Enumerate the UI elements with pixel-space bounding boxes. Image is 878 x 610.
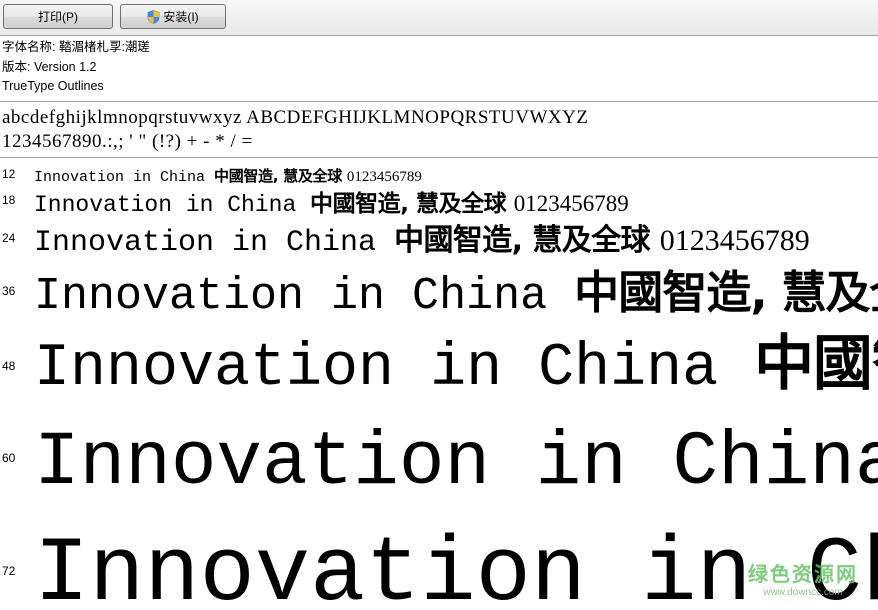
sample-text: Innovation in China 中國智造, 慧及全球 012345678… [34,215,810,260]
sample-cjk: 中國智造, 慧及全球 [574,266,878,319]
size-label: 24 [2,231,16,245]
sample-digits: 0123456789 [513,191,629,216]
sample-area: 12 Innovation in China 中國智造, 慧及全球 012345… [0,159,878,610]
version-line: 版本: Version 1.2 [2,59,97,74]
character-set: abcdefghijklmnopqrstuvwxyz ABCDEFGHIJKLM… [2,106,588,154]
divider-charset [0,157,878,158]
sample-row-60: 60 Innovation in China 中國智造, 慧及全球 012345… [0,395,878,506]
sample-digits: 0123456789 [659,224,810,257]
size-label: 72 [2,564,16,578]
sample-row-72: 72 Innovation in China 中國智造, 慧及全球 012345… [0,493,878,610]
sample-row-18: 18 Innovation in China 中國智造, 慧及全球 012345… [0,184,878,218]
size-label: 60 [2,451,16,465]
watermark-url: www.downcc.com [763,587,843,598]
watermark-main: 绿色资源网 [748,562,858,586]
size-label: 18 [2,193,16,207]
sample-cjk: 中國智造, 慧及全球 [394,223,660,258]
sample-text: Innovation in China 中國智造, 慧及全球 012345678… [34,165,422,186]
sample-cjk: 中國智造, 慧及全球 [214,167,347,185]
sample-cjk: 中國智造, 慧及全球 [754,329,878,399]
sample-digits: 0123456789 [346,169,422,185]
font-name-line: 字体名称: 鞜湄楮札孠:潮瑳 [2,40,150,54]
print-button[interactable]: 打印(P) [3,4,113,29]
install-button-label: 安装(I) [163,10,199,24]
watermark: 绿色资源网 www.downcc.com [748,558,858,598]
sample-row-36: 36 Innovation in China 中國智造, 慧及全球 012345… [0,256,878,322]
size-label: 48 [2,359,16,373]
size-label: 36 [2,284,16,298]
sample-cjk: 中國智造, 慧及全球 [310,191,514,217]
install-button[interactable]: 安装(I) [120,4,226,29]
sample-row-12: 12 Innovation in China 中國智造, 慧及全球 012345… [0,163,878,186]
toolbar: 打印(P) 安装(I) [0,0,878,36]
size-label: 12 [2,167,16,181]
print-button-label: 打印(P) [38,10,78,24]
divider-info [0,101,878,102]
sample-latin: Innovation in China [34,226,395,260]
font-info: 字体名称: 鞜湄楮札孠:潮瑳 版本: Version 1.2 TrueType … [2,38,150,97]
uac-shield-icon [148,9,160,24]
charset-digits-symbols: 1234567890.:,; ' " (!?) + - * / = [2,131,253,152]
outline-type-line: TrueType Outlines [2,79,104,93]
sample-text: Innovation in China 中國智造, 慧及全球 012345678… [34,315,878,403]
sample-row-48: 48 Innovation in China 中國智造, 慧及全球 012345… [0,315,878,403]
charset-letters: abcdefghijklmnopqrstuvwxyz ABCDEFGHIJKLM… [2,107,589,128]
sample-latin: Innovation in China [34,335,755,403]
sample-row-24: 24 Innovation in China 中國智造, 慧及全球 012345… [0,215,878,260]
sample-text: Innovation in China 中國智造, 慧及全球 012345678… [34,256,878,322]
sample-text: Innovation in China 中國智造, 慧及全球 012345678… [34,184,629,218]
sample-text: Innovation in China 中國智造, 慧及全球 012345678… [34,395,878,506]
